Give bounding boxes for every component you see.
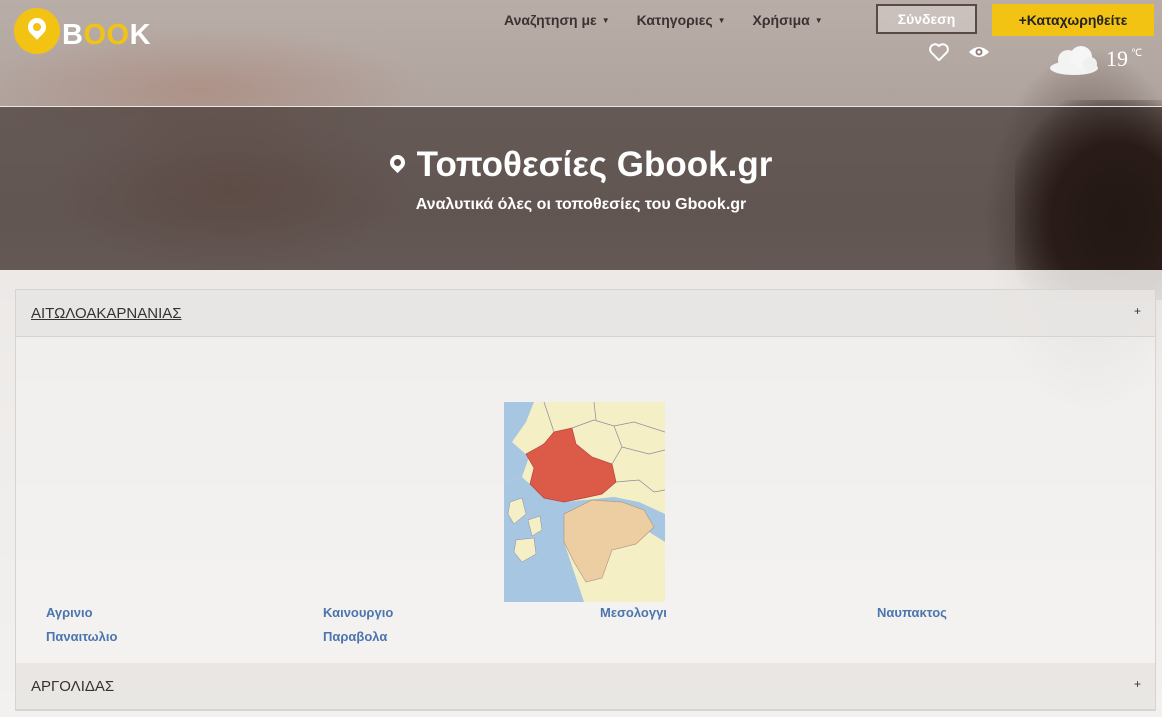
caret-down-icon: ▼ bbox=[717, 16, 726, 25]
towns-list: Αγρινιο Καινουργιο Μεσολογγι Ναυπακτος Π… bbox=[46, 604, 1154, 645]
weather-temperature: 19 ℃ bbox=[1106, 46, 1143, 71]
accordion-title[interactable]: ΑΙΤΩΛΟΑΚΑΡΝΑΝΙΑΣ bbox=[31, 305, 182, 322]
region-map-image bbox=[504, 402, 665, 602]
eye-icon[interactable] bbox=[968, 44, 990, 60]
caret-down-icon: ▼ bbox=[601, 16, 610, 25]
cloud-icon bbox=[1050, 46, 1098, 75]
accordion-title[interactable]: ΑΡΓΟΛΙΔΑΣ bbox=[31, 678, 114, 695]
heart-icon[interactable] bbox=[928, 42, 950, 62]
login-button[interactable]: Σύνδεση bbox=[876, 4, 977, 34]
register-button[interactable]: +Καταχωρηθείτε bbox=[992, 4, 1154, 36]
nav-search-by[interactable]: Αναζητηση με ▼ bbox=[504, 12, 610, 28]
accordion-header-aitoloakarnania[interactable]: ΑΙΤΩΛΟΑΚΑΡΝΑΝΙΑΣ + bbox=[16, 290, 1155, 337]
main-nav: Αναζητηση με ▼ Κατηγοριες ▼ Χρήσιμα ▼ bbox=[504, 12, 823, 28]
page-subtitle: Αναλυτικά όλες οι τοποθεσίες του Gbook.g… bbox=[415, 196, 747, 213]
nav-categories[interactable]: Κατηγοριες ▼ bbox=[637, 12, 726, 28]
nav-useful[interactable]: Χρήσιμα ▼ bbox=[753, 12, 823, 28]
town-link-mesologgi[interactable]: Μεσολογγι bbox=[600, 604, 877, 621]
town-link-nafpaktos[interactable]: Ναυπακτος bbox=[877, 604, 1154, 621]
accordion-header-argolida[interactable]: ΑΡΓΟΛΙΔΑΣ + bbox=[16, 663, 1155, 710]
page-title: Τοποθεσίες Gbook.gr bbox=[0, 145, 1162, 185]
logo-text: BOOK bbox=[62, 19, 152, 51]
plus-icon[interactable]: + bbox=[1134, 677, 1141, 691]
caret-down-icon: ▼ bbox=[814, 16, 823, 25]
hero-banner bbox=[0, 106, 1162, 270]
locations-accordion: ΑΙΤΩΛΟΑΚΑΡΝΑΝΙΑΣ + Αγρινιο Καινουργιο Με… bbox=[15, 289, 1156, 711]
content-panel: ΑΙΤΩΛΟΑΚΑΡΝΑΝΙΑΣ + Αγρινιο Καινουργιο Με… bbox=[0, 270, 1162, 717]
gbook-logo[interactable]: BOOK bbox=[14, 8, 154, 58]
town-link-paravola[interactable]: Παραβολα bbox=[323, 628, 600, 645]
plus-icon[interactable]: + bbox=[1134, 304, 1141, 318]
accordion-body-aitoloakarnania: Αγρινιο Καινουργιο Μεσολογγι Ναυπακτος Π… bbox=[16, 337, 1155, 663]
town-link-agrinio[interactable]: Αγρινιο bbox=[46, 604, 323, 621]
town-link-panaitolio[interactable]: Παναιτωλιο bbox=[46, 628, 323, 645]
map-marker-icon bbox=[386, 151, 408, 174]
town-link-kainourgio[interactable]: Καινουργιο bbox=[323, 604, 600, 621]
